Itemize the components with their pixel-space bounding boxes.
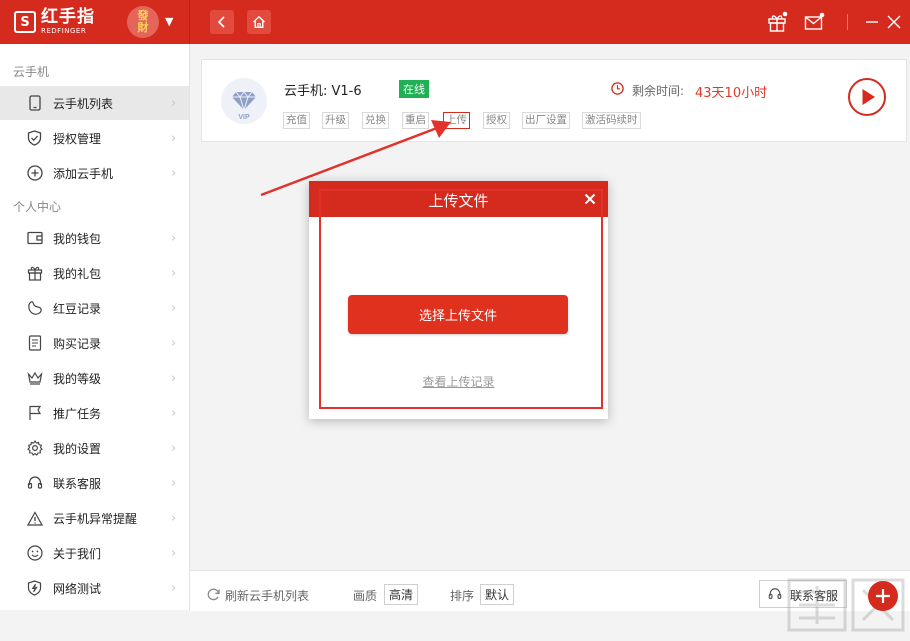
gear-icon	[26, 440, 43, 457]
chevron-right-icon: ›	[171, 131, 176, 146]
home-button[interactable]	[247, 10, 271, 34]
chevron-right-icon: ›	[171, 231, 176, 246]
chevron-right-icon: ›	[171, 371, 176, 386]
chevron-right-icon: ›	[171, 476, 176, 491]
bean-icon	[26, 300, 43, 317]
start-phone-button[interactable]	[848, 78, 886, 116]
plus-icon	[874, 587, 892, 605]
chevron-right-icon: ›	[171, 406, 176, 421]
clock-icon	[611, 82, 624, 95]
gift-icon	[26, 265, 43, 282]
minimize-button[interactable]	[864, 11, 880, 33]
refresh-phone-list-button[interactable]: 刷新云手机列表	[225, 587, 309, 604]
gift-button[interactable]	[766, 11, 788, 33]
flag-icon	[26, 405, 43, 422]
remaining-time-value: 43天10小时	[695, 82, 767, 101]
refresh-icon[interactable]	[206, 587, 221, 602]
gift-icon	[766, 11, 788, 33]
chevron-left-icon	[217, 16, 227, 28]
wallet-icon	[26, 230, 43, 247]
window-controls-divider	[847, 14, 848, 30]
shield-check-icon	[26, 130, 43, 147]
status-badge: 在线	[399, 80, 429, 98]
activation-code-renew-button[interactable]: 激活码续时	[582, 112, 641, 129]
sidebar-item-customer-service[interactable]: 联系客服 ›	[0, 466, 189, 500]
receipt-icon	[26, 335, 43, 352]
app-logo: S 红手指 REDFINGER	[14, 9, 95, 35]
mail-icon	[803, 11, 825, 33]
chevron-right-icon: ›	[171, 301, 176, 316]
user-avatar[interactable]: 發 財	[127, 6, 159, 38]
headset-icon	[26, 475, 43, 492]
chevron-right-icon: ›	[171, 166, 176, 181]
sidebar-item-add-phone[interactable]: 添加云手机 ›	[0, 156, 189, 190]
phone-icon	[26, 95, 43, 112]
minimize-icon	[864, 11, 880, 33]
lightning-shield-icon	[26, 580, 43, 597]
remaining-time-label: 剩余时间:	[632, 82, 684, 99]
svg-text:VIP: VIP	[238, 114, 250, 121]
close-icon	[885, 11, 903, 33]
sidebar-item-wallet[interactable]: 我的钱包 ›	[0, 221, 189, 255]
logo-text-cn: 红手指	[41, 9, 95, 26]
sidebar-item-phone-alerts[interactable]: 云手机异常提醒 ›	[0, 501, 189, 535]
back-button[interactable]	[210, 10, 234, 34]
phone-name: 云手机: V1-6	[284, 80, 362, 99]
titlebar-divider	[189, 0, 190, 44]
sidebar-section-personal: 个人中心	[13, 198, 61, 215]
home-icon	[252, 15, 266, 29]
plus-circle-icon	[26, 165, 43, 182]
play-icon	[850, 80, 884, 114]
message-button[interactable]	[803, 11, 825, 33]
sidebar-item-promotion[interactable]: 推广任务 ›	[0, 396, 189, 430]
sidebar-section-phone: 云手机	[13, 63, 49, 80]
sidebar-item-authorization[interactable]: 授权管理 ›	[0, 121, 189, 155]
sidebar-item-phone-list[interactable]: 云手机列表 ›	[0, 86, 189, 120]
authorize-button[interactable]: 授权	[483, 112, 510, 129]
sort-select[interactable]: 默认	[480, 584, 514, 605]
quality-select[interactable]: 高清	[384, 584, 418, 605]
logo-mark-icon: S	[14, 11, 36, 33]
warning-icon	[26, 510, 43, 527]
chevron-right-icon: ›	[171, 581, 176, 596]
sidebar-item-network-test[interactable]: 网络测试 ›	[0, 571, 189, 605]
chevron-right-icon: ›	[171, 441, 176, 456]
chevron-right-icon: ›	[171, 511, 176, 526]
sidebar-item-purchase-records[interactable]: 购买记录 ›	[0, 326, 189, 360]
crown-icon	[26, 370, 43, 387]
smile-icon	[26, 545, 43, 562]
chevron-right-icon: ›	[171, 546, 176, 561]
sidebar-item-bean-records[interactable]: 红豆记录 ›	[0, 291, 189, 325]
sidebar-item-gift[interactable]: 我的礼包 ›	[0, 256, 189, 290]
chevron-right-icon: ›	[171, 336, 176, 351]
logo-text-en: REDFINGER	[41, 28, 95, 35]
sidebar-item-settings[interactable]: 我的设置 ›	[0, 431, 189, 465]
factory-reset-button[interactable]: 出厂设置	[522, 112, 570, 129]
choose-upload-file-button[interactable]: 选择上传文件	[348, 295, 568, 334]
view-upload-records-link[interactable]: 查看上传记录	[309, 373, 608, 390]
chevron-right-icon: ›	[171, 96, 176, 111]
account-dropdown-icon[interactable]: ▼	[165, 15, 173, 28]
sort-label: 排序	[450, 587, 474, 604]
sidebar-item-about-us[interactable]: 关于我们 ›	[0, 536, 189, 570]
sidebar-item-level[interactable]: 我的等级 ›	[0, 361, 189, 395]
close-window-button[interactable]	[885, 11, 903, 33]
chevron-right-icon: ›	[171, 266, 176, 281]
quality-label: 画质	[353, 587, 377, 604]
add-fab-button[interactable]	[868, 581, 898, 611]
